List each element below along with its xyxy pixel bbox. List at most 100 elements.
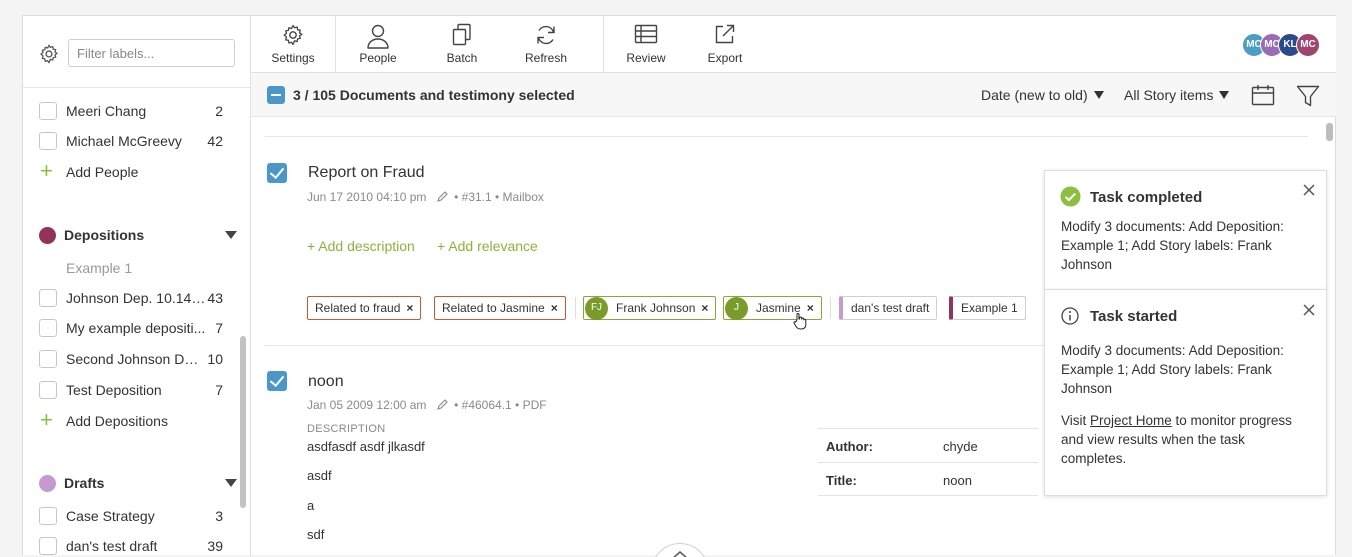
check-circle-icon (1060, 186, 1081, 207)
person-avatar: FJ (585, 297, 608, 320)
close-icon[interactable] (1302, 303, 1316, 317)
sidebar-item-person[interactable]: Meeri Chang 2 (23, 101, 237, 123)
toast-visit-text: Visit Project Home to monitor progress a… (1061, 411, 1308, 468)
checkbox[interactable] (39, 102, 57, 120)
checkbox[interactable] (39, 132, 57, 150)
sidebar-item-draft[interactable]: Case Strategy 3 (23, 506, 237, 528)
section-drafts[interactable]: Drafts (23, 473, 237, 495)
sidebar-item-label: Second Johnson Dep... (66, 351, 206, 367)
content-scrollbar[interactable] (1326, 123, 1333, 141)
copy-icon (452, 23, 471, 46)
toast-title: Task completed (1090, 189, 1203, 206)
metadata-key: Title: (826, 473, 857, 488)
remove-icon[interactable]: × (406, 301, 413, 315)
refresh-label: Refresh (524, 51, 568, 65)
caret-down-icon (1219, 91, 1230, 99)
toast-task-started: Task started Modify 3 documents: Add Dep… (1044, 289, 1327, 496)
checkbox[interactable] (39, 319, 57, 337)
pencil-icon[interactable] (436, 190, 449, 203)
add-depositions-button[interactable]: + Add Depositions (23, 409, 237, 433)
export-button[interactable]: Export (683, 16, 767, 73)
section-title: Depositions (64, 227, 145, 243)
draft-chip[interactable]: dan's test draft (839, 296, 938, 320)
sort-dropdown[interactable]: Date (new to old) (981, 87, 1104, 103)
checkbox[interactable] (39, 507, 57, 525)
batch-button[interactable]: Batch (420, 16, 504, 73)
sidebar-item-example[interactable]: Example 1 (23, 258, 237, 280)
document-checkbox[interactable] (267, 371, 287, 391)
sidebar-item-count: 7 (215, 320, 223, 336)
caret-down-icon[interactable] (225, 231, 237, 239)
relevance-chip[interactable]: Related to fraud × (307, 296, 422, 320)
project-home-link[interactable]: Project Home (1090, 413, 1172, 428)
select-all-checkbox[interactable] (267, 86, 285, 104)
metadata-row: Author: chyde (818, 428, 1038, 462)
hand-cursor-icon (793, 313, 807, 330)
export-label: Export (707, 51, 743, 65)
toast-title: Task started (1090, 308, 1178, 325)
document-date: Jun 17 2010 04:10 pm (307, 190, 427, 204)
calendar-icon[interactable] (1251, 84, 1275, 106)
sidebar-item-label: Johnson Dep. 10.14.20 (66, 290, 206, 306)
add-people-button[interactable]: + Add People (23, 158, 237, 184)
caret-down-icon[interactable] (225, 479, 237, 487)
document-id-source: • #46064.1 • PDF (454, 398, 547, 412)
avatar[interactable]: MC (1296, 33, 1320, 57)
story-items-dropdown[interactable]: All Story items (1124, 87, 1230, 103)
add-relevance-link[interactable]: + Add relevance (437, 238, 538, 254)
sidebar-item-count: 39 (207, 538, 223, 554)
person-avatar: J (725, 297, 748, 320)
checkbox[interactable] (39, 381, 57, 399)
checkbox[interactable] (39, 289, 57, 307)
settings-button[interactable]: Settings (251, 16, 335, 73)
pencil-icon[interactable] (436, 398, 449, 411)
document-title[interactable]: noon (308, 373, 344, 391)
close-icon[interactable] (1302, 183, 1316, 197)
checkbox[interactable] (39, 350, 57, 368)
review-button[interactable]: Review (604, 16, 688, 73)
filter-icon[interactable] (1296, 84, 1320, 108)
remove-icon[interactable]: × (701, 301, 708, 315)
sidebar-item-label: Example 1 (66, 260, 133, 276)
remove-icon[interactable]: × (807, 301, 814, 315)
app-window: Meeri Chang 2 Michael McGreevy 42 + Add … (22, 15, 1336, 557)
document-meta: Jun 17 2010 04:10 pm • #31.1 • Mailbox (307, 190, 544, 204)
sidebar-scrollbar[interactable] (240, 336, 246, 508)
chip-label: Frank Johnson (616, 301, 696, 315)
sidebar-item-deposition[interactable]: My example depositi... 7 (23, 318, 237, 340)
people-button[interactable]: People (336, 16, 420, 73)
checkbox[interactable] (39, 537, 57, 555)
sidebar-item-label: Meeri Chang (66, 103, 147, 119)
document-title[interactable]: Report on Fraud (308, 164, 425, 182)
sidebar-item-person[interactable]: Michael McGreevy 42 (23, 131, 237, 153)
refresh-icon (537, 25, 555, 45)
add-description-link[interactable]: + Add description (307, 238, 415, 254)
sidebar-item-deposition[interactable]: Test Deposition 7 (23, 380, 237, 402)
filter-labels-input[interactable] (68, 39, 235, 67)
info-icon (1061, 307, 1079, 325)
selection-bar: 3 / 105 Documents and testimony selected… (251, 73, 1336, 117)
sidebar-item-draft[interactable]: dan's test draft 39 (23, 536, 237, 556)
gear-icon (283, 24, 303, 46)
relevance-chip[interactable]: Related to Jasmine × (434, 296, 566, 320)
chip-label: Related to Jasmine (442, 301, 545, 315)
gear-icon[interactable] (38, 43, 60, 65)
list-icon (634, 24, 658, 44)
person-icon (367, 24, 389, 49)
section-title: Drafts (64, 475, 105, 491)
sidebar-item-deposition[interactable]: Second Johnson Dep... 10 (23, 349, 237, 371)
description-line: a (307, 498, 315, 513)
document-checkbox[interactable] (267, 163, 287, 183)
person-chip[interactable]: FJ Frank Johnson × (583, 296, 717, 320)
description-line: sdf (307, 527, 325, 542)
deposition-chip[interactable]: Example 1 (949, 296, 1026, 320)
depositions-color-dot (39, 227, 56, 244)
collapse-panel-button[interactable] (651, 543, 709, 557)
remove-icon[interactable]: × (551, 301, 558, 315)
refresh-button[interactable]: Refresh (504, 16, 588, 73)
section-depositions[interactable]: Depositions (23, 225, 237, 247)
sidebar-item-deposition[interactable]: Johnson Dep. 10.14.20 43 (23, 288, 237, 310)
caret-down-icon (1093, 91, 1104, 99)
review-label: Review (626, 51, 666, 65)
plus-icon: + (40, 158, 53, 183)
